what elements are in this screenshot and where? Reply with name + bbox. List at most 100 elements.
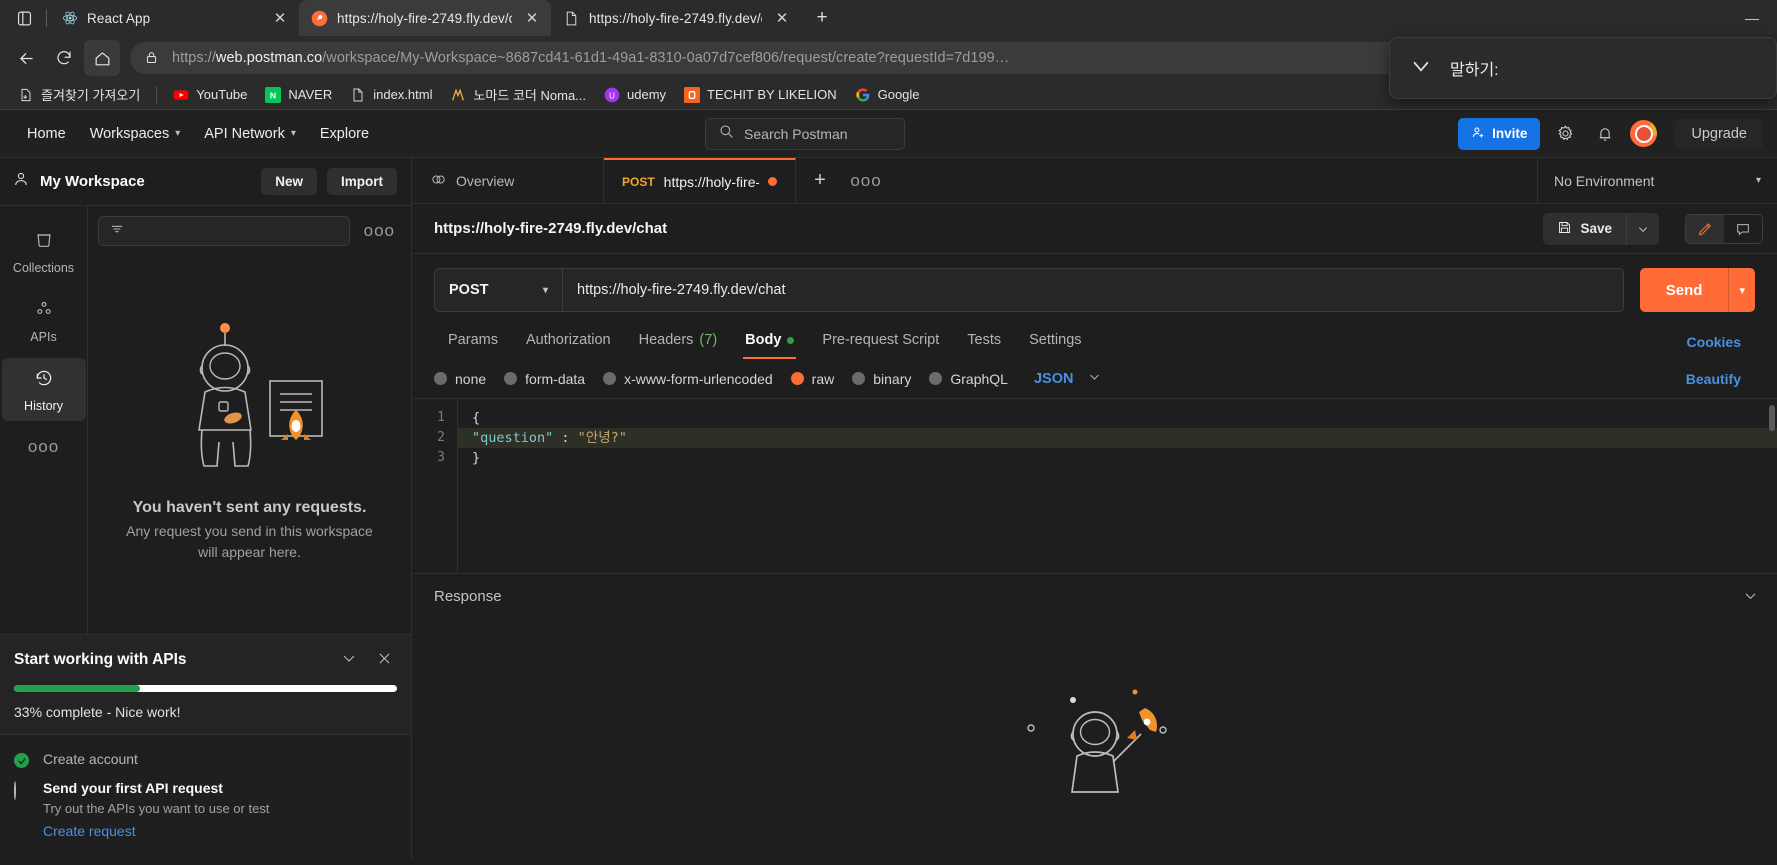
minimize-icon[interactable]: — <box>1735 10 1769 26</box>
nav-item-home[interactable]: Home <box>16 119 77 149</box>
bookmark-techit[interactable]: TECHIT BY LIKELION <box>676 84 845 106</box>
reload-button[interactable] <box>46 40 82 76</box>
create-request-link[interactable]: Create request <box>43 823 136 839</box>
collections-icon <box>34 230 54 255</box>
gear-icon[interactable] <box>1550 119 1580 149</box>
nav-item-workspaces[interactable]: Workspaces ▾ <box>79 119 192 149</box>
import-button[interactable]: Import <box>327 168 397 195</box>
browser-tab-react-app[interactable]: React App ✕ <box>49 0 299 36</box>
onboarding-progress-label: 33% complete - Nice work! <box>14 704 181 720</box>
nav-item-explore[interactable]: Explore <box>309 119 380 149</box>
editor-code[interactable]: { "question" : "안녕?" } <box>458 399 1777 573</box>
naver-icon: N <box>265 86 282 103</box>
close-icon[interactable]: ✕ <box>269 7 291 29</box>
nav-label: Explore <box>319 125 370 142</box>
environment-selector[interactable]: No Environment ▾ <box>1537 158 1777 203</box>
bookmark-udemy[interactable]: U udemy <box>596 84 674 106</box>
history-filter-row: ooo <box>88 206 411 254</box>
avatar-inner <box>1634 124 1653 143</box>
bookmark-youtube[interactable]: YouTube <box>165 84 255 106</box>
tabbar-more-button[interactable]: ooo <box>844 158 888 203</box>
body-option-label: form-data <box>525 370 586 387</box>
sidebar-item-history[interactable]: History <box>1 358 86 421</box>
home-button[interactable] <box>84 40 120 76</box>
invite-button[interactable]: Invite <box>1458 117 1541 150</box>
bookmark-naver[interactable]: N NAVER <box>257 84 340 106</box>
body-option-raw[interactable]: raw <box>790 371 834 387</box>
url-input[interactable]: https://holy-fire-2749.fly.dev/chat <box>562 268 1624 312</box>
sidebar-more-button[interactable]: ooo <box>28 437 59 457</box>
techit-icon <box>684 86 701 103</box>
task-send-first-request[interactable]: Send your first API request Try out the … <box>14 774 397 847</box>
body-option-label: x-www-form-urlencoded <box>624 370 773 387</box>
request-tab-active[interactable]: POST https://holy-fire-2749 <box>604 158 796 203</box>
speak-popup[interactable]: 말하기: <box>1389 37 1777 99</box>
postman-app: Home Workspaces ▾ API Network ▾ Explore … <box>0 110 1777 859</box>
close-icon[interactable]: ✕ <box>521 7 543 29</box>
overview-icon <box>430 171 447 191</box>
body-editor[interactable]: 1 2 3 { "question" : "안녕?" } <box>412 399 1777 574</box>
body-option-label: none <box>455 370 487 387</box>
body-format-selector[interactable]: JSON <box>1034 369 1103 388</box>
send-dropdown-button[interactable]: ▾ <box>1728 268 1755 312</box>
send-button[interactable]: Send <box>1639 268 1729 312</box>
radio-icon <box>603 372 617 385</box>
chevron-down-icon[interactable] <box>1742 587 1759 607</box>
pencil-icon[interactable] <box>1686 214 1724 243</box>
upgrade-button[interactable]: Upgrade <box>1675 118 1763 149</box>
beautify-link[interactable]: Beautify <box>1686 371 1755 387</box>
cookies-link[interactable]: Cookies <box>1687 334 1755 350</box>
new-button[interactable]: New <box>261 168 317 195</box>
tab-body[interactable]: Body <box>731 324 808 359</box>
sidebar-item-collections[interactable]: Collections <box>2 220 86 283</box>
tab-label: Authorization <box>525 332 611 348</box>
browser-tab-third[interactable]: https://holy-fire-2749.fly.dev/cha ✕ <box>551 0 801 36</box>
history-filter-input[interactable] <box>98 216 350 246</box>
postman-topnav: Home Workspaces ▾ API Network ▾ Explore … <box>0 110 1777 158</box>
tab-overview-icon[interactable] <box>4 0 44 36</box>
save-dropdown-button[interactable] <box>1626 212 1659 245</box>
request-tab-overview[interactable]: Overview <box>412 158 604 203</box>
body-option-binary[interactable]: binary <box>852 371 911 387</box>
tab-settings[interactable]: Settings <box>1015 324 1095 359</box>
task-create-account[interactable]: Create account <box>14 745 397 774</box>
save-button[interactable]: Save <box>1543 212 1626 245</box>
bookmark-index-html[interactable]: index.html <box>342 84 440 106</box>
request-tab-label: https://holy-fire-2749 <box>663 173 759 190</box>
tab-headers[interactable]: Headers (7) <box>625 324 732 359</box>
workspace-name: My Workspace <box>40 173 145 190</box>
more-options-icon[interactable]: ooo <box>358 221 401 241</box>
chevron-down-icon[interactable] <box>336 649 362 671</box>
comment-icon[interactable] <box>1724 215 1762 243</box>
chevron-down-icon[interactable] <box>1408 53 1434 84</box>
avatar[interactable] <box>1630 120 1658 147</box>
bookmark-import-favorites[interactable]: 즐겨찾기 가져오기 <box>10 82 148 107</box>
floppy-disk-icon <box>1557 220 1572 238</box>
bookmark-label: YouTube <box>196 87 248 102</box>
editor-scrollbar[interactable] <box>1769 405 1775 431</box>
close-icon[interactable]: ✕ <box>771 7 793 29</box>
close-icon[interactable] <box>372 650 397 671</box>
search-input[interactable]: Search Postman <box>705 117 906 150</box>
tab-tests[interactable]: Tests <box>953 324 1015 359</box>
body-option-none[interactable]: none <box>434 371 486 387</box>
back-button[interactable] <box>8 40 44 76</box>
bell-icon[interactable] <box>1590 119 1620 149</box>
tab-label: Settings <box>1029 332 1082 348</box>
body-option-x-www-form-urlencoded[interactable]: x-www-form-urlencoded <box>603 371 773 387</box>
bookmark-google[interactable]: Google <box>847 84 928 106</box>
tab-params[interactable]: Params <box>434 324 512 359</box>
body-option-form-data[interactable]: form-data <box>504 371 585 387</box>
browser-tab-postman[interactable]: https://holy-fire-2749.fly.dev/cha ✕ <box>299 0 551 36</box>
bookmark-nomad-coders[interactable]: 노마드 코더 Noma... <box>442 82 594 107</box>
tab-pre-request-script[interactable]: Pre-request Script <box>808 324 953 359</box>
method-selector[interactable]: POST ▾ <box>434 268 562 312</box>
radio-icon-selected <box>790 372 804 385</box>
nav-item-api-network[interactable]: API Network ▾ <box>193 119 307 149</box>
new-tab-button[interactable]: + <box>807 3 837 33</box>
tab-authorization[interactable]: Authorization <box>512 324 625 359</box>
workspace-header: My Workspace New Import <box>0 158 411 206</box>
sidebar-item-apis[interactable]: APIs <box>2 289 86 352</box>
new-request-tab-button[interactable]: + <box>796 158 844 203</box>
body-option-graphql[interactable]: GraphQL <box>929 371 1008 387</box>
